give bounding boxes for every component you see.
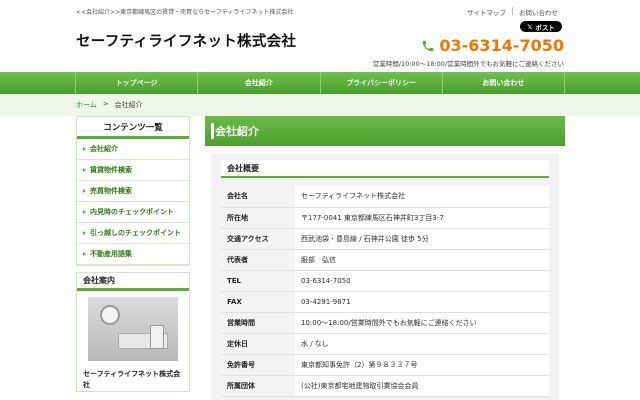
post-label: ポスト bbox=[535, 23, 555, 32]
page-title: 会社紹介 bbox=[205, 116, 565, 146]
breadcrumb-arrow: > bbox=[102, 100, 109, 108]
row-key: 交通アクセス bbox=[221, 228, 295, 250]
main-content: 会社紹介 会社概要 会社名 セーフティライフネット株式会社 所在地 〒177-0041… bbox=[205, 116, 565, 400]
contact-link[interactable]: お問い合わせ bbox=[513, 7, 564, 17]
breadcrumb-home[interactable]: ホーム bbox=[76, 100, 97, 110]
arrow-icon bbox=[83, 147, 86, 151]
sidebar-item-label: 会社紹介 bbox=[90, 145, 118, 153]
breadcrumb: ホーム > 会社紹介 bbox=[0, 94, 640, 116]
arrow-icon bbox=[83, 210, 86, 214]
row-key: 代表者 bbox=[221, 249, 295, 271]
sidebar-item-rent-search[interactable]: 賃貸物件検索 bbox=[77, 160, 189, 181]
contents-menu: コンテンツ一覧 会社紹介 賃貸物件検索 売買物件検索 内見時のチェックポイント … bbox=[76, 116, 190, 266]
nav-privacy[interactable]: プライバシーポリシー bbox=[319, 72, 442, 94]
section-title: 会社概要 bbox=[221, 160, 549, 178]
table-row: 定休日水 / なし bbox=[221, 333, 549, 355]
row-key: 営業時間 bbox=[221, 312, 295, 334]
sitemap-link[interactable]: サイトマップ bbox=[461, 7, 512, 17]
row-value: (公社)東京都宅地建物取引業協会会員 bbox=[295, 375, 549, 397]
nav-contact[interactable]: お問い合わせ bbox=[441, 72, 565, 94]
sidebar-item-sale-search[interactable]: 売買物件検索 bbox=[77, 181, 189, 202]
row-value: 東京都知事免許（2）第９８３３７号 bbox=[295, 354, 549, 376]
business-hours: 営業時間/10:00～18:00/営業時間外でもお気軽にご連絡ください bbox=[372, 60, 564, 68]
row-key: 定休日 bbox=[221, 333, 295, 355]
row-value: 服部 弘信 bbox=[295, 249, 549, 271]
company-info-name: セーフティライフネット株式会社 bbox=[83, 370, 181, 389]
phone-icon bbox=[423, 40, 434, 51]
table-row: 免許番号 東京都知事免許（2）第９８３３７号 bbox=[221, 354, 549, 376]
arrow-icon bbox=[83, 189, 86, 193]
table-row: 代表者 服部 弘信 bbox=[221, 249, 549, 271]
phone-number[interactable]: 03-6314-7050 bbox=[421, 36, 564, 55]
table-row: 営業時間 10:00～18:00/営業時間外でもお気軽にご連絡ください bbox=[221, 312, 549, 334]
company-info-title: 会社案内 bbox=[77, 273, 189, 291]
x-logo-icon: 𝕏 bbox=[527, 22, 533, 31]
breadcrumb-current: 会社紹介 bbox=[114, 101, 143, 109]
row-key: 所在地 bbox=[221, 207, 295, 229]
nav-top[interactable]: トップページ bbox=[75, 72, 197, 94]
table-row: 所在地 〒177-0041 東京都練馬区石神井町3丁目3-7 bbox=[221, 207, 549, 229]
table-row: TEL 03-6314-7050 bbox=[221, 270, 549, 292]
row-value: 西武池袋・豊島線 / 石神井公園 徒歩 5分 bbox=[295, 228, 549, 250]
top-links: サイトマップ お問い合わせ bbox=[461, 7, 564, 17]
site-logo[interactable]: セーフティライフネット株式会社 bbox=[76, 30, 296, 51]
sidebar-item-moving-checkpoints[interactable]: 引っ越しのチェックポイント bbox=[77, 223, 189, 244]
office-photo bbox=[88, 297, 178, 361]
sidebar-item-label: 不動産用語集 bbox=[90, 250, 132, 258]
table-row: 所属団体 (公社)東京都宅地建物取引業協会会員 bbox=[221, 375, 549, 397]
company-info-box: 会社案内 セーフティライフネット株式会社 bbox=[76, 272, 190, 392]
sidebar-item-label: 内見時のチェックポイント bbox=[90, 208, 174, 216]
nav-company[interactable]: 会社紹介 bbox=[197, 72, 319, 94]
row-value: 03-4291-9871 bbox=[295, 291, 549, 313]
sidebar-item-label: 引っ越しのチェックポイント bbox=[90, 229, 181, 237]
contents-title: コンテンツ一覧 bbox=[77, 117, 189, 139]
company-overview-section: 会社概要 会社名 セーフティライフネット株式会社 所在地 〒177-0041 東京都練… bbox=[211, 154, 559, 400]
sidebar-item-viewing-checkpoints[interactable]: 内見時のチェックポイント bbox=[77, 202, 189, 223]
row-value: 水 / なし bbox=[295, 333, 549, 355]
company-table: 会社名 セーフティライフネット株式会社 所在地 〒177-0041 東京都練馬区石神井… bbox=[221, 186, 549, 397]
row-value: セーフティライフネット株式会社 bbox=[295, 186, 549, 208]
global-nav: トップページ 会社紹介 プライバシーポリシー お問い合わせ bbox=[0, 72, 640, 94]
row-value: 〒177-0041 東京都練馬区石神井町3丁目3-7 bbox=[295, 207, 549, 229]
phone-text: 03-6314-7050 bbox=[439, 36, 564, 55]
sidebar-item-label: 賃貸物件検索 bbox=[90, 166, 132, 174]
arrow-icon bbox=[83, 168, 86, 172]
row-key: 免許番号 bbox=[221, 354, 295, 376]
row-key: 所属団体 bbox=[221, 375, 295, 397]
row-value: 03-6314-7050 bbox=[295, 270, 549, 292]
sidebar-item-company[interactable]: 会社紹介 bbox=[77, 139, 189, 160]
sidebar-item-label: 売買物件検索 bbox=[90, 187, 132, 195]
x-post-button[interactable]: 𝕏 ポスト bbox=[520, 21, 562, 32]
table-row: FAX 03-4291-9871 bbox=[221, 291, 549, 313]
table-row: 会社名 セーフティライフネット株式会社 bbox=[221, 186, 549, 208]
table-row: 交通アクセス 西武池袋・豊島線 / 石神井公園 徒歩 5分 bbox=[221, 228, 549, 250]
header: <<会社紹介>>東京都練馬区の賃貸・売買ならセーフティライフネット株式会社 サイ… bbox=[0, 0, 640, 72]
page: <<会社紹介>>東京都練馬区の賃貸・売買ならセーフティライフネット株式会社 サイ… bbox=[0, 0, 640, 400]
row-key: 会社名 bbox=[221, 186, 295, 208]
sidebar: コンテンツ一覧 会社紹介 賃貸物件検索 売買物件検索 内見時のチェックポイント … bbox=[76, 116, 190, 392]
row-value: 10:00～18:00/営業時間外でもお気軽にご連絡ください bbox=[295, 312, 549, 334]
row-key: FAX bbox=[221, 291, 295, 313]
row-key: TEL bbox=[221, 270, 295, 292]
arrow-icon bbox=[83, 231, 86, 235]
tagline: <<会社紹介>>東京都練馬区の賃貸・売買ならセーフティライフネット株式会社 bbox=[76, 9, 294, 16]
arrow-icon bbox=[83, 252, 86, 256]
sidebar-item-glossary[interactable]: 不動産用語集 bbox=[77, 244, 189, 265]
